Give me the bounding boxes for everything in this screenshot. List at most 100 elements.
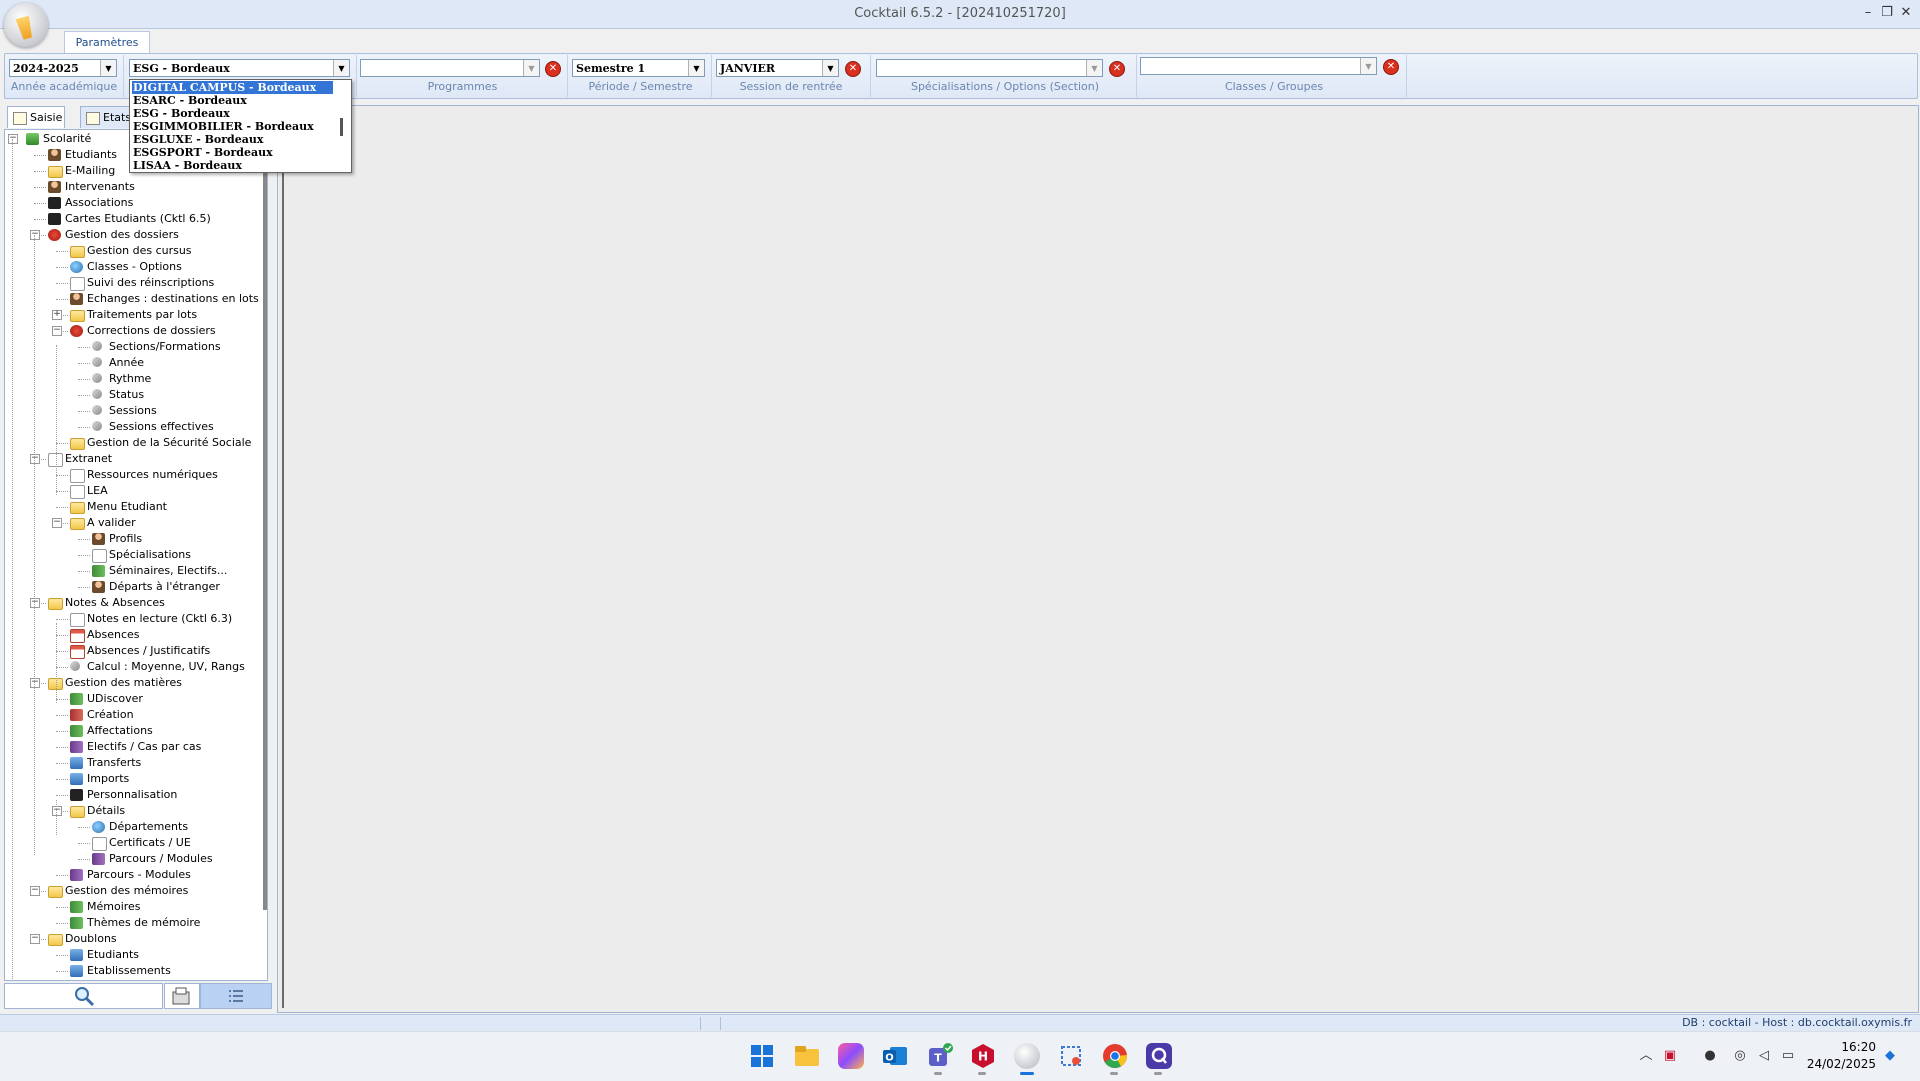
collapse-icon[interactable]: − <box>30 454 40 464</box>
folder-icon <box>48 934 63 946</box>
battery-icon[interactable]: ▭ <box>1780 1048 1796 1064</box>
dropdown-option[interactable]: ESGLUXE - Bordeaux <box>132 133 333 146</box>
collapse-icon[interactable]: − <box>30 934 40 944</box>
cocktail-app-icon[interactable] <box>1014 1043 1040 1069</box>
collapse-icon[interactable]: − <box>30 678 40 688</box>
chevron-down-icon[interactable]: ▼ <box>1086 60 1102 76</box>
tree-connector <box>56 731 68 732</box>
tab-saisie[interactable]: Saisie <box>7 106 65 128</box>
classes-combo[interactable]: ▼ <box>1140 57 1377 75</box>
tree-connector <box>56 795 68 796</box>
reinscription-icon <box>70 277 85 291</box>
specialisations-clear-icon[interactable]: ✕ <box>1109 61 1125 77</box>
periode-label: Période / Semestre <box>588 80 693 93</box>
dropdown-scrollbar-thumb[interactable] <box>340 118 343 136</box>
search-button[interactable] <box>4 983 163 1009</box>
list-view-button[interactable] <box>200 983 272 1009</box>
specialisations-combo[interactable]: ▼ <box>876 59 1103 77</box>
network-icon[interactable]: ◎ <box>1732 1048 1748 1064</box>
folder-icon <box>70 502 85 514</box>
chevron-down-icon[interactable]: ▼ <box>333 60 349 76</box>
annee-label: Année académique <box>10 80 118 93</box>
collapse-icon[interactable]: − <box>52 806 62 816</box>
clock-time[interactable]: 16:20 <box>1841 1040 1876 1054</box>
dropdown-option[interactable]: DIGITAL CAMPUS - Bordeaux <box>132 81 333 94</box>
session-clear-icon[interactable]: ✕ <box>845 61 861 77</box>
tree-connector <box>56 971 68 972</box>
tree-node-label: Electifs / Cas par cas <box>87 740 202 753</box>
show-hidden-icons-chevron-icon[interactable]: ︿ <box>1638 1048 1654 1064</box>
expand-icon[interactable]: + <box>52 310 62 320</box>
h-app-icon[interactable]: H <box>970 1043 996 1069</box>
collapse-icon[interactable]: − <box>30 886 40 896</box>
dropdown-option[interactable]: ESGIMMOBILIER - Bordeaux <box>132 120 333 133</box>
tree-guide-line <box>56 623 57 703</box>
outlook-icon[interactable]: O <box>882 1043 908 1069</box>
collapse-icon[interactable]: − <box>30 230 40 240</box>
tree-connector <box>78 571 90 572</box>
periode-combo[interactable]: Semestre 1 ▼ <box>572 59 705 77</box>
tree-node-label: Création <box>87 708 134 721</box>
windows-taskbar <box>0 1031 1920 1081</box>
chrome-icon[interactable] <box>1102 1043 1128 1069</box>
chevron-down-icon[interactable]: ▼ <box>523 60 539 76</box>
tree-connector <box>34 155 46 156</box>
chevron-down-icon[interactable]: ▼ <box>688 60 704 76</box>
programmes-clear-icon[interactable]: ✕ <box>545 61 561 77</box>
close-button[interactable]: ✕ <box>1895 2 1917 24</box>
h-app-running-indicator <box>978 1072 986 1075</box>
tree-guide-line <box>34 235 35 855</box>
copilot-icon[interactable] <box>838 1043 864 1069</box>
ecole-combo[interactable]: ESG - Bordeaux ▼ <box>129 59 350 77</box>
dropdown-option[interactable]: ESG - Bordeaux <box>132 107 333 120</box>
app-logo-icon[interactable] <box>4 3 48 47</box>
classes-clear-icon[interactable]: ✕ <box>1383 59 1399 75</box>
ecole-value: ESG - Bordeaux <box>133 62 230 75</box>
dropdown-option[interactable]: LISAA - Bordeaux <box>132 159 333 172</box>
tree-node-label: Mémoires <box>87 900 141 913</box>
collapse-icon[interactable]: − <box>30 598 40 608</box>
tray-app-icon[interactable]: ▣ <box>1662 1048 1678 1064</box>
tab-parametres[interactable]: Paramètres <box>64 31 150 54</box>
programmes-combo[interactable]: ▼ <box>360 59 540 77</box>
extranet-icon <box>70 485 85 499</box>
tree-connector <box>56 875 68 876</box>
session-combo[interactable]: JANVIER ▼ <box>716 59 839 77</box>
snipping-tool-icon[interactable] <box>1058 1043 1084 1069</box>
ribbon-separator <box>1136 55 1137 97</box>
tab-etats[interactable]: Etats <box>80 106 131 128</box>
windows-start-icon[interactable] <box>749 1043 775 1069</box>
dropdown-scrollbar[interactable] <box>337 82 349 170</box>
notification-bell-icon[interactable]: ◆ <box>1882 1048 1898 1064</box>
file-explorer-icon[interactable] <box>794 1043 820 1069</box>
duplicate-school-icon <box>70 965 83 977</box>
annee-combo[interactable]: 2024-2025 ▼ <box>9 59 117 77</box>
q-app-icon[interactable] <box>1146 1043 1172 1069</box>
collapse-icon[interactable]: − <box>8 134 18 144</box>
export-button[interactable] <box>164 983 200 1009</box>
tree-scrollbar[interactable] <box>263 130 267 910</box>
tree-connector <box>78 363 90 364</box>
dropdown-option[interactable]: ESARC - Bordeaux <box>132 94 333 107</box>
tree-connector <box>56 907 68 908</box>
collapse-icon[interactable]: − <box>52 518 62 528</box>
window-title: Cocktail 6.5.2 - [202410251720] <box>854 6 1066 21</box>
tree-node-label: Ressources numériques <box>87 468 218 481</box>
tree-connector <box>56 699 68 700</box>
chevron-down-icon[interactable]: ▼ <box>1360 58 1376 74</box>
dropdown-option[interactable]: ESGSPORT - Bordeaux <box>132 146 333 159</box>
volume-muted-icon[interactable]: ◁ <box>1756 1048 1772 1064</box>
tree-guide-line <box>56 800 57 835</box>
tree-guide-line <box>12 139 13 980</box>
microphone-icon[interactable]: ● <box>1702 1048 1718 1064</box>
red-books-icon <box>70 709 83 721</box>
cursus-icon <box>70 246 85 258</box>
ecole-dropdown-list[interactable]: DIGITAL CAMPUS - Bordeaux ESARC - Bordeau… <box>129 79 352 173</box>
clock-date[interactable]: 24/02/2025 <box>1807 1057 1876 1071</box>
green-books-icon <box>70 693 83 705</box>
calendar-icon <box>70 629 85 643</box>
chevron-down-icon[interactable]: ▼ <box>100 60 116 76</box>
chevron-down-icon[interactable]: ▼ <box>822 60 838 76</box>
collapse-icon[interactable]: − <box>52 326 62 336</box>
teams-icon[interactable]: T <box>926 1043 953 1069</box>
